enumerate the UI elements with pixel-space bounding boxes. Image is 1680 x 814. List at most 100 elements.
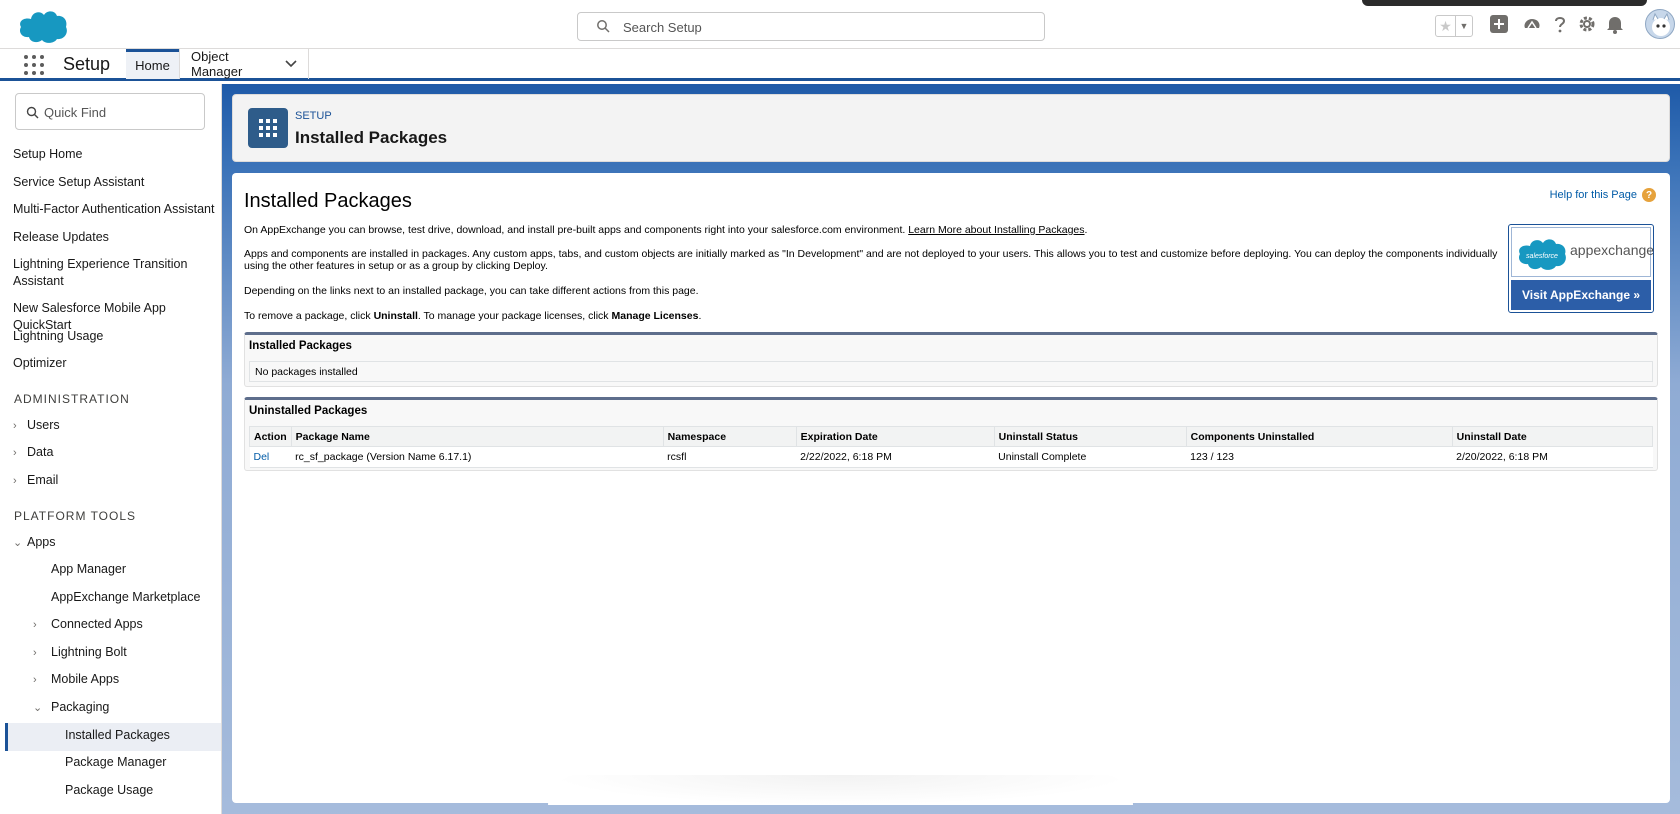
sidebar-item-label: Data (27, 445, 54, 459)
help-icon[interactable] (1548, 12, 1572, 36)
table-cell: 2/20/2022, 6:18 PM (1452, 446, 1653, 468)
sidebar-item-label: Email (27, 473, 59, 487)
sidebar-item-setup-home[interactable]: Setup Home (13, 146, 218, 163)
chevron-right-icon: › (33, 619, 37, 631)
top-dark-bar (1362, 0, 1647, 6)
chevron-right-icon: › (33, 647, 37, 659)
chevron-right-icon: › (13, 447, 17, 459)
table-cell: 2/22/2022, 6:18 PM (796, 446, 995, 468)
sidebar-item-lightning-usage[interactable]: Lightning Usage (13, 328, 218, 345)
installed-packages-title: Installed Packages (249, 340, 352, 352)
sidebar-item-installed-packages[interactable]: Installed Packages (65, 728, 170, 742)
global-header: ★ ▼ (0, 0, 1680, 49)
settings-gear-icon[interactable] (1575, 12, 1599, 36)
app-name: Setup (63, 54, 111, 74)
delete-link[interactable]: Del (254, 451, 270, 463)
trailhead-icon[interactable] (1520, 12, 1544, 36)
sidebar-item-mfa-assistant[interactable]: Multi-Factor Authentication Assistant (13, 201, 218, 218)
avatar[interactable] (1645, 9, 1675, 39)
visit-appexchange-button[interactable]: Visit AppExchange » (1511, 280, 1651, 310)
sidebar-item-label: Mobile Apps (51, 672, 120, 686)
action-cell: Del (249, 446, 292, 468)
sidebar-item-mobile-apps[interactable]: › Mobile Apps (33, 672, 119, 686)
section-platform-tools: PLATFORM TOOLS (14, 509, 137, 523)
sidebar-item-release-updates[interactable]: Release Updates (13, 229, 218, 246)
header-icon-tray: ★ ▼ (1420, 8, 1680, 42)
help-for-this-page-link[interactable]: Help for this Page ? (1550, 188, 1656, 202)
sidebar-item-package-manager[interactable]: Package Manager (65, 755, 166, 769)
column-header: Package Name (290, 426, 664, 447)
content-title: Installed Packages (244, 190, 412, 212)
learn-more-link[interactable]: Learn More about Installing Packages (908, 224, 1084, 236)
appexchange-promo[interactable]: salesforce appexchange Visit AppExchange… (1508, 224, 1654, 313)
chevron-down-icon[interactable] (285, 57, 297, 71)
column-header: Action (249, 426, 292, 447)
sidebar-item-lightning-bolt[interactable]: › Lightning Bolt (33, 645, 127, 659)
chevron-right-icon: › (13, 420, 17, 432)
salesforce-cloud-icon: salesforce (1518, 239, 1566, 270)
salesforce-logo[interactable] (17, 7, 69, 45)
favorites-star-icon[interactable]: ★ (1436, 16, 1456, 36)
chevron-down-icon: ⌄ (13, 537, 23, 549)
sidebar-item-label: Connected Apps (51, 617, 143, 631)
manage-licenses-keyword: Manage Licenses (611, 310, 699, 322)
sidebar-item-optimizer[interactable]: Optimizer (13, 355, 218, 372)
sidebar-item-service-setup-assistant[interactable]: Service Setup Assistant (13, 174, 218, 191)
sidebar-item-label: Apps (27, 535, 56, 549)
tab-object-manager[interactable]: Object Manager (179, 49, 309, 79)
uninstalled-packages-block: Uninstalled Packages Action Package Name… (244, 397, 1658, 471)
appexchange-brand-text: salesforce (1526, 253, 1558, 260)
tab-object-manager-label: Object Manager (191, 49, 243, 79)
sidebar-item-lightning-transition[interactable]: Lightning Experience Transition Assistan… (13, 256, 198, 290)
quick-find[interactable] (15, 93, 205, 130)
favorites-caret-icon[interactable]: ▼ (1456, 16, 1472, 36)
table-cell: rc_sf_package (Version Name 6.17.1) (291, 446, 664, 468)
add-icon[interactable] (1487, 12, 1511, 36)
remove-text-2: . To manage your package licenses, click (417, 310, 612, 322)
page-title: Installed Packages (295, 128, 448, 147)
column-header: Namespace (662, 426, 797, 447)
remove-paragraph: To remove a package, click Uninstall. To… (244, 310, 1509, 322)
uninstall-keyword: Uninstall (373, 310, 418, 322)
global-search[interactable] (577, 12, 1045, 41)
table-cell: rcsfl (663, 446, 797, 468)
search-icon (26, 106, 39, 119)
sidebar-item-label: Lightning Bolt (51, 645, 127, 659)
apps-grid-icon (248, 108, 288, 148)
tab-home[interactable]: Home (126, 49, 179, 79)
sidebar-item-packaging[interactable]: ⌄ Packaging (33, 700, 109, 714)
page-header: SETUP Installed Packages (232, 94, 1670, 162)
column-header: Uninstall Date (1451, 426, 1654, 447)
app-nav-bar: Setup Home Object Manager (0, 49, 1680, 81)
table-cell: Uninstall Complete (994, 446, 1187, 468)
sidebar-item-label: Packaging (51, 700, 110, 714)
table-cell: 123 / 123 (1186, 446, 1453, 468)
sidebar-item-email[interactable]: › Email (13, 473, 58, 487)
setup-sidebar: Setup Home Service Setup Assistant Multi… (5, 84, 222, 814)
favorites-group[interactable]: ★ ▼ (1435, 15, 1473, 37)
intro-paragraph: On AppExchange you can browse, test driv… (244, 224, 1088, 236)
intro-text: On AppExchange you can browse, test driv… (244, 224, 909, 236)
sidebar-item-connected-apps[interactable]: › Connected Apps (33, 617, 143, 631)
content-panel: Installed Packages Help for this Page ? … (232, 173, 1670, 803)
remove-text-3: . (698, 310, 702, 322)
uninstalled-packages-title: Uninstalled Packages (249, 405, 368, 417)
sidebar-item-data[interactable]: › Data (13, 445, 53, 459)
packages-paragraph: Apps and components are installed in pac… (244, 248, 1498, 272)
sidebar-item-apps[interactable]: ⌄ Apps (13, 535, 56, 549)
help-icon[interactable]: ? (1642, 188, 1656, 202)
sidebar-item-package-usage[interactable]: Package Usage (65, 783, 153, 797)
installed-packages-block: Installed Packages No packages installed (244, 332, 1658, 387)
appexchange-logo[interactable]: salesforce appexchange (1511, 227, 1654, 277)
sidebar-item-users[interactable]: › Users (13, 418, 60, 432)
app-launcher-icon[interactable] (24, 55, 44, 75)
notifications-bell-icon[interactable] (1603, 12, 1627, 36)
section-administration: ADMINISTRATION (14, 392, 130, 406)
page-eyebrow: SETUP (295, 110, 332, 122)
sidebar-item-label: Users (27, 418, 60, 432)
sidebar-item-app-manager[interactable]: App Manager (51, 562, 126, 576)
search-input[interactable] (623, 17, 1023, 37)
quick-find-input[interactable] (44, 103, 194, 121)
sidebar-item-appexchange-marketplace[interactable]: AppExchange Marketplace (51, 590, 200, 604)
column-header: Uninstall Status (993, 426, 1187, 447)
